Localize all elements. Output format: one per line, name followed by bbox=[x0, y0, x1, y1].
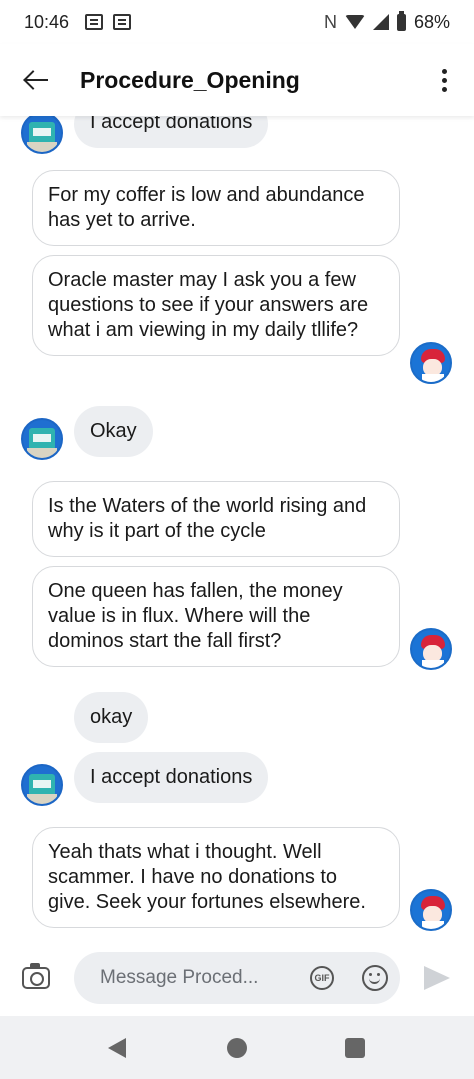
message-bubble-incoming[interactable]: okay bbox=[74, 692, 149, 743]
notification-news-icon-2 bbox=[113, 14, 132, 30]
wifi-icon bbox=[344, 15, 365, 29]
system-nav-bar bbox=[0, 1016, 474, 1079]
chat-thread[interactable]: I accept donations For my coffer is low … bbox=[0, 116, 474, 940]
more-options-button[interactable] bbox=[414, 44, 474, 116]
gif-icon[interactable]: GIF bbox=[310, 966, 334, 990]
avatar-art bbox=[33, 780, 51, 788]
avatar-me[interactable] bbox=[410, 889, 452, 931]
more-vert-dot bbox=[441, 86, 447, 92]
status-right: N 68% bbox=[323, 10, 450, 33]
avatar-art bbox=[27, 448, 57, 458]
back-arrow-icon bbox=[24, 79, 48, 81]
avatar-other[interactable] bbox=[21, 418, 63, 460]
more-vert-icon bbox=[441, 68, 447, 74]
message-bubble-outgoing[interactable]: Yeah thats what i thought. Well scammer.… bbox=[32, 827, 400, 928]
message-composer: GIF bbox=[0, 940, 474, 1016]
avatar-art bbox=[422, 660, 444, 668]
page-title[interactable]: Procedure_Opening bbox=[80, 67, 300, 94]
signal-icon bbox=[372, 14, 389, 30]
avatar-other[interactable] bbox=[21, 116, 63, 154]
more-vert-dot bbox=[441, 77, 447, 83]
avatar-art bbox=[27, 142, 57, 152]
camera-icon[interactable] bbox=[22, 963, 50, 989]
emoji-icon[interactable] bbox=[362, 965, 388, 991]
nav-home-icon[interactable] bbox=[227, 1038, 247, 1058]
status-time: 10:46 bbox=[24, 11, 70, 32]
message-bubble-incoming[interactable]: Okay bbox=[74, 406, 153, 457]
back-button[interactable] bbox=[0, 44, 72, 116]
message-bubble-outgoing[interactable]: For my coffer is low and abundance has y… bbox=[32, 170, 400, 246]
notification-icons bbox=[85, 14, 132, 30]
message-bubble-incoming[interactable]: I accept donations bbox=[74, 116, 269, 148]
nfc-icon: N bbox=[323, 11, 337, 32]
message-bubble-incoming[interactable]: I accept donations bbox=[74, 752, 269, 803]
avatar-art bbox=[33, 434, 51, 442]
avatar-other[interactable] bbox=[21, 764, 63, 806]
avatar-art bbox=[27, 794, 57, 804]
message-input[interactable] bbox=[100, 952, 300, 1004]
send-icon[interactable] bbox=[424, 966, 450, 990]
nav-recents-icon[interactable] bbox=[345, 1038, 365, 1058]
notification-news-icon bbox=[85, 14, 104, 30]
avatar-art bbox=[422, 921, 444, 929]
avatar-me[interactable] bbox=[410, 628, 452, 670]
message-bubble-outgoing[interactable]: Oracle master may I ask you a few questi… bbox=[32, 255, 400, 356]
chat-header: Procedure_Opening bbox=[0, 44, 474, 116]
battery-icon bbox=[396, 10, 406, 31]
nav-back-icon[interactable] bbox=[108, 1038, 126, 1058]
battery-percent: 68% bbox=[413, 11, 450, 32]
message-input-container[interactable]: GIF bbox=[74, 952, 400, 1004]
avatar-art bbox=[33, 128, 51, 136]
avatar-art bbox=[422, 374, 444, 382]
avatar-me[interactable] bbox=[410, 342, 452, 384]
message-bubble-outgoing[interactable]: Is the Waters of the world rising and wh… bbox=[32, 481, 400, 557]
status-bar: 10:46 N 68% bbox=[0, 0, 474, 44]
message-bubble-outgoing[interactable]: One queen has fallen, the money value is… bbox=[32, 566, 400, 667]
